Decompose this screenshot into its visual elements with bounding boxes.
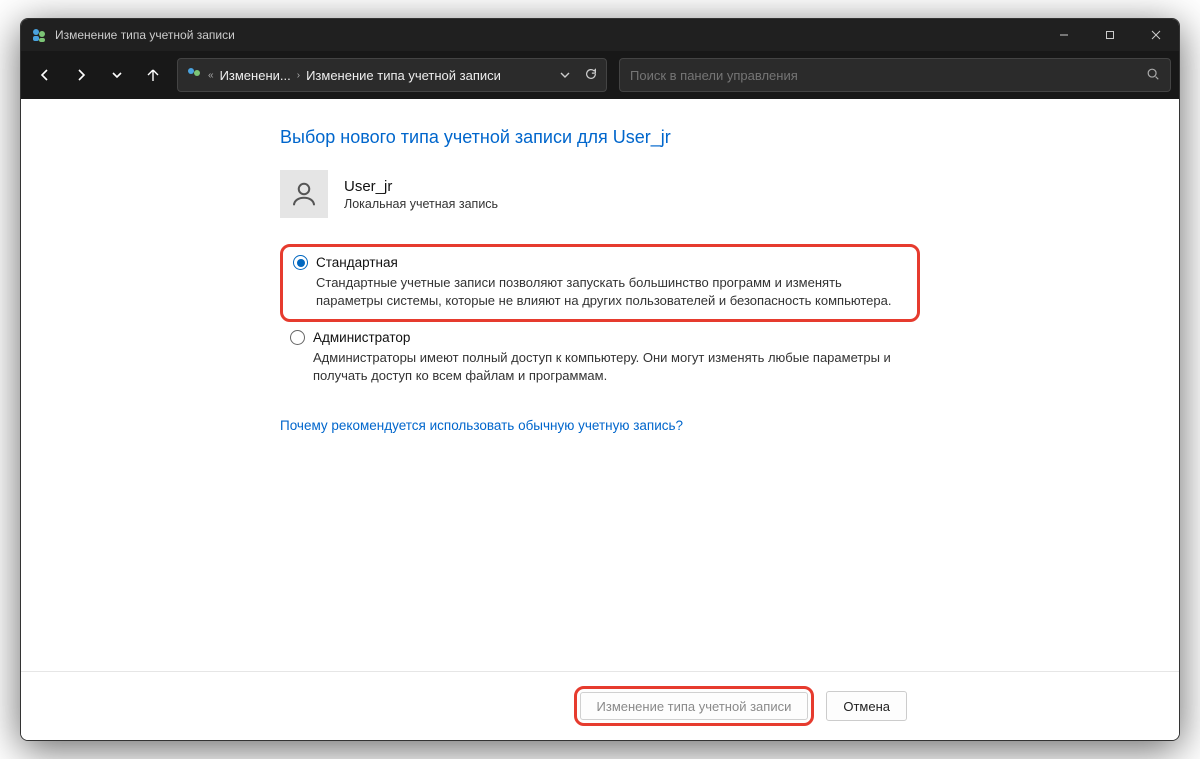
chevron-down-icon[interactable] <box>560 68 570 83</box>
footer: Изменение типа учетной записи Отмена <box>21 671 1179 740</box>
chevron-left-icon: « <box>208 70 214 81</box>
titlebar: Изменение типа учетной записи <box>21 19 1179 51</box>
minimize-button[interactable] <box>1041 19 1087 51</box>
option-standard[interactable]: Стандартная Стандартные учетные записи п… <box>280 244 920 322</box>
navbar: « Изменени... › Изменение типа учетной з… <box>21 51 1179 99</box>
recent-locations-button[interactable] <box>101 59 133 91</box>
search-icon <box>1146 67 1160 84</box>
search-input[interactable] <box>630 68 1146 83</box>
breadcrumb-segment[interactable]: Изменени... <box>220 68 291 83</box>
window-controls <box>1041 19 1179 51</box>
refresh-button[interactable] <box>584 67 598 84</box>
breadcrumb-segment[interactable]: Изменение типа учетной записи <box>306 68 501 83</box>
option-administrator[interactable]: Администратор Администраторы имеют полны… <box>280 322 920 394</box>
change-account-type-highlight: Изменение типа учетной записи <box>574 686 815 726</box>
avatar <box>280 170 328 218</box>
option-label: Стандартная <box>316 255 398 270</box>
page-heading: Выбор нового типа учетной записи для Use… <box>280 127 920 148</box>
help-link[interactable]: Почему рекомендуется использовать обычну… <box>280 418 683 433</box>
search-bar[interactable] <box>619 58 1171 92</box>
radio-standard[interactable] <box>293 255 308 270</box>
up-button[interactable] <box>137 59 169 91</box>
chevron-right-icon: › <box>297 70 300 81</box>
close-button[interactable] <box>1133 19 1179 51</box>
user-accounts-icon <box>186 66 202 85</box>
control-panel-window: Изменение типа учетной записи « Изменени… <box>20 18 1180 741</box>
user-accounts-icon <box>31 27 47 43</box>
back-button[interactable] <box>29 59 61 91</box>
user-info: User_jr Локальная учетная запись <box>280 170 920 218</box>
cancel-button[interactable]: Отмена <box>826 691 907 721</box>
change-account-type-button[interactable]: Изменение типа учетной записи <box>580 692 809 720</box>
address-bar[interactable]: « Изменени... › Изменение типа учетной з… <box>177 58 607 92</box>
username: User_jr <box>344 178 498 195</box>
content-area: Выбор нового типа учетной записи для Use… <box>21 99 1179 671</box>
account-type-options: Стандартная Стандартные учетные записи п… <box>280 244 920 394</box>
maximize-button[interactable] <box>1087 19 1133 51</box>
option-description: Стандартные учетные записи позволяют зап… <box>316 274 907 309</box>
account-kind: Локальная учетная запись <box>344 197 498 211</box>
option-description: Администраторы имеют полный доступ к ком… <box>313 349 910 384</box>
window-title: Изменение типа учетной записи <box>55 28 1041 42</box>
forward-button[interactable] <box>65 59 97 91</box>
radio-administrator[interactable] <box>290 330 305 345</box>
option-label: Администратор <box>313 330 410 345</box>
